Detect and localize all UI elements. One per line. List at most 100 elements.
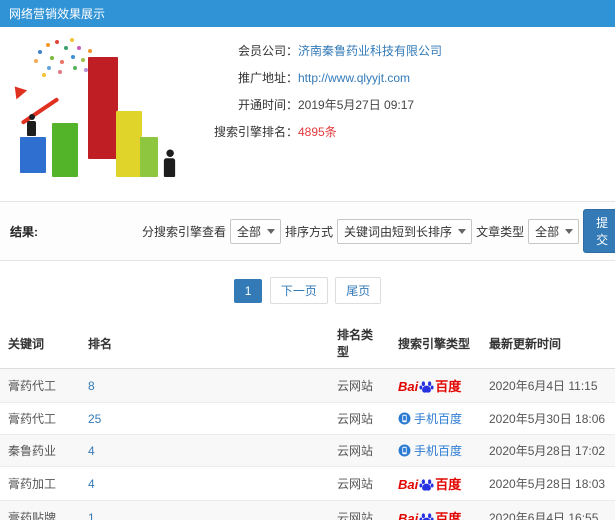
chart-bar-red [88,57,118,159]
search-engine-select-value: 全部 [237,224,262,239]
window-titlebar: 网络营销效果展示 [0,0,615,27]
filter-bar: 结果: 分搜索引擎查看 全部 排序方式 关键词由短到长排序 文章类型 全部 提交 [0,201,615,261]
page-1-button[interactable]: 1 [233,279,263,303]
chart-bar-green [52,123,78,177]
baidu-logo-cn-text: 百度 [435,379,462,394]
search-engine-cell: 手机百度 [398,412,462,426]
rank-type-cell: 云网站 [329,500,390,520]
article-type-select[interactable]: 全部 [528,218,580,244]
member-company-row: 会员公司： 济南秦鲁药业科技有限公司 [180,43,603,60]
person-head [165,149,174,157]
baidu-logo-text: Bai [398,379,419,394]
keyword-cell: 秦鲁药业 [0,434,80,467]
engine-filter-label: 分搜索引擎查看 [142,224,227,239]
article-type-select-value: 全部 [535,224,560,239]
filter-controls: 分搜索引擎查看 全部 排序方式 关键词由短到长排序 文章类型 全部 提交 [142,209,615,253]
table-row: 膏药代工 8 云网站 Bai 百度 2020年6月4日 11:15 [0,368,615,403]
search-engine-cell: Bai 百度 [398,477,462,492]
chevron-down-icon [267,228,276,238]
chart-bar-lime [140,137,158,177]
confetti-dots-icon [46,43,50,47]
keyword-cell: 膏药贴牌 [0,500,80,520]
col-header-rank: 排名 [80,318,329,369]
chart-bar-blue [20,137,46,173]
search-engine-select[interactable]: 全部 [230,218,282,244]
engine-rank-count-value: 4895条 [298,125,337,139]
rank-type-cell: 云网站 [329,368,390,403]
rank-type-cell: 云网站 [329,434,390,467]
update-time-cell: 2020年5月28日 17:02 [481,434,615,467]
rank-type-cell: 云网站 [329,466,390,501]
update-time-cell: 2020年6月4日 11:15 [481,368,615,403]
sort-order-label: 排序方式 [285,224,334,239]
next-page-button[interactable]: 下一页 [269,277,328,304]
search-engine-cell: 手机百度 [398,444,462,458]
rank-link[interactable]: 4 [88,477,95,491]
col-header-engine-type: 搜索引擎类型 [390,318,481,369]
bar-chart-illustration [4,37,180,189]
keyword-rank-table: 关键词 排名 排名类型 搜索引擎类型 最新更新时间 膏药代工 8 云网站 Bai… [0,318,615,520]
promo-url-label: 推广地址： [237,71,298,85]
submit-button[interactable]: 提交 [583,209,615,253]
mobile-baidu-icon [398,444,411,457]
rank-link[interactable]: 1 [88,511,95,520]
baidu-paw-icon [419,513,434,520]
info-section: 会员公司： 济南秦鲁药业科技有限公司 推广地址： http://www.qlyy… [0,27,615,201]
last-page-button[interactable]: 尾页 [335,277,382,304]
search-engine-cell: Bai 百度 [398,379,462,394]
engine-rank-count-label: 搜索引擎排名： [213,125,298,139]
chevron-down-icon [458,228,467,238]
baidu-logo-cn-text: 百度 [435,511,462,520]
mobile-baidu-icon [398,412,411,425]
table-row: 膏药贴牌 1 云网站 Bai 百度 2020年6月4日 16:55 [0,500,615,520]
person-figure-left [27,114,36,136]
rank-link[interactable]: 8 [88,379,95,393]
col-header-rank-type: 排名类型 [329,318,390,369]
table-row: 秦鲁药业 4 云网站 手机百度 2020年5月28日 17:02 [0,434,615,467]
person-torso [27,121,36,136]
rank-type-cell: 云网站 [329,402,390,435]
mobile-baidu-label: 手机百度 [414,412,463,426]
baidu-paw-icon [419,381,434,393]
baidu-logo-cn-text: 百度 [435,477,462,492]
baidu-logo-text: Bai [398,477,419,492]
open-time-value: 2019年5月27日 09:17 [298,98,415,112]
table-row: 膏药代工 25 云网站 手机百度 2020年5月30日 18:06 [0,402,615,435]
table-row: 膏药加工 4 云网站 Bai 百度 2020年5月28日 18:03 [0,466,615,501]
search-engine-cell: Bai 百度 [398,511,462,520]
engine-rank-count-row: 搜索引擎排名： 4895条 [180,124,603,141]
sort-order-select[interactable]: 关键词由短到长排序 [337,218,473,244]
baidu-paw-icon [419,479,434,491]
table-header-row: 关键词 排名 排名类型 搜索引擎类型 最新更新时间 [0,318,615,369]
page-title: 网络营销效果展示 [9,7,106,21]
chart-bar-yellow [116,111,142,177]
person-figure-right [163,149,176,177]
keyword-cell: 膏药代工 [0,368,80,403]
promo-url-row: 推广地址： http://www.qlyyjt.com [180,70,603,87]
keyword-cell: 膏药代工 [0,402,80,435]
chevron-down-icon [565,228,574,238]
update-time-cell: 2020年5月28日 18:03 [481,466,615,501]
update-time-cell: 2020年5月30日 18:06 [481,402,615,435]
result-label: 结果: [10,224,38,239]
col-header-keyword: 关键词 [0,318,80,369]
baidu-logo-text: Bai [398,511,419,520]
pagination: 1 下一页 尾页 [0,261,615,318]
member-company-label: 会员公司： [237,44,298,58]
update-time-cell: 2020年6月4日 16:55 [481,500,615,520]
rank-link[interactable]: 4 [88,444,95,458]
col-header-update-time: 最新更新时间 [481,318,615,369]
person-torso [163,158,176,177]
member-company-link[interactable]: 济南秦鲁药业科技有限公司 [298,43,442,60]
growth-arrow-head-icon [4,76,28,100]
keyword-cell: 膏药加工 [0,466,80,501]
open-time-label: 开通时间： [237,98,298,112]
person-head [28,114,35,120]
mobile-baidu-label: 手机百度 [414,444,463,458]
company-info-fields: 会员公司： 济南秦鲁药业科技有限公司 推广地址： http://www.qlyy… [180,37,603,189]
rank-link[interactable]: 25 [88,412,101,426]
article-type-label: 文章类型 [476,224,525,239]
sort-order-select-value: 关键词由短到长排序 [344,224,453,239]
promo-url-link[interactable]: http://www.qlyyjt.com [298,70,410,87]
open-time-row: 开通时间： 2019年5月27日 09:17 [180,97,603,114]
